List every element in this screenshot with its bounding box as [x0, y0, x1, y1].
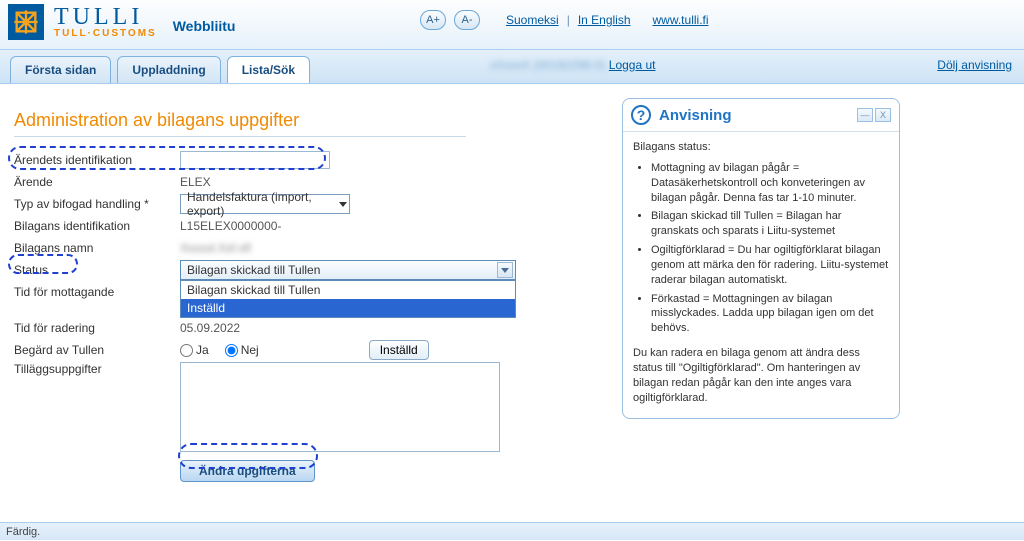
page-title: Administration av bilagans uppgifter: [14, 110, 299, 131]
status-option-cancelled[interactable]: Inställd: [181, 299, 515, 317]
extra-info-textarea[interactable]: [180, 362, 500, 452]
main-tabs: Första sidan Uppladdning Lista/Sök: [10, 56, 310, 83]
logo-icon: [8, 4, 44, 40]
label-attachment-id: Bilagans identifikation: [14, 219, 180, 233]
help-icon: ?: [631, 105, 651, 125]
instruction-title: Anvisning: [659, 107, 849, 124]
label-extra-info: Tilläggsuppgifter: [14, 362, 180, 376]
brand: TULLI TULL·CUSTOMS Webbliitu: [8, 4, 235, 40]
attachment-form: Ärendets identifikation Ärende ELEX Typ …: [14, 150, 594, 484]
logo-text: TULLI TULL·CUSTOMS: [54, 5, 157, 39]
brand-name: TULLI: [54, 5, 157, 29]
status-selected: Bilagan skickad till Tullen: [187, 263, 320, 277]
cancelled-button[interactable]: Inställd: [369, 340, 429, 360]
doctype-selected: Handelsfaktura (import, export): [187, 190, 339, 218]
lang-english-link[interactable]: In English: [578, 13, 631, 27]
label-attachment-name: Bilagans namn: [14, 241, 180, 255]
requested-yes-label: Ja: [196, 343, 209, 357]
label-doctype: Typ av bifogad handling *: [14, 197, 180, 211]
title-divider: [14, 136, 466, 137]
label-case: Ärende: [14, 175, 180, 189]
main-area: Administration av bilagans uppgifter Äre…: [0, 84, 1024, 520]
user-name: xXxxxX: [490, 58, 530, 72]
value-delete-time: 05.09.2022: [180, 321, 350, 335]
user-id: (00192298-0): [533, 58, 605, 72]
requested-no-label: Nej: [241, 343, 259, 357]
lang-suomeksi-link[interactable]: Suomeksi: [506, 13, 559, 27]
minimize-icon[interactable]: —: [857, 108, 873, 122]
status-option-sent[interactable]: Bilagan skickad till Tullen: [181, 281, 515, 299]
status-bar: Färdig.: [0, 522, 1024, 540]
label-requested: Begärd av Tullen: [14, 343, 180, 357]
status-select[interactable]: Bilagan skickad till Tullen: [180, 260, 516, 280]
tab-first-page[interactable]: Första sidan: [10, 56, 111, 83]
brand-subtitle: TULL·CUSTOMS: [54, 29, 157, 39]
tab-list-search[interactable]: Lista/Sök: [227, 56, 310, 83]
userbar: Första sidan Uppladdning Lista/Sök xXxxx…: [0, 50, 1024, 84]
label-case-id: Ärendets identifikation: [14, 153, 180, 167]
tab-upload[interactable]: Uppladdning: [117, 56, 220, 83]
app-name: Webbliitu: [173, 18, 236, 40]
hide-instructions-link[interactable]: Dölj anvisning: [937, 58, 1012, 72]
instruction-subtitle: Bilagans status:: [633, 140, 889, 155]
instruction-bullet: Förkastad = Mottagningen av bilagan miss…: [651, 292, 889, 337]
instruction-panel: ? Anvisning — X Bilagans status: Mottagn…: [622, 98, 900, 419]
value-case: ELEX: [180, 175, 350, 189]
requested-yes-radio[interactable]: [180, 344, 193, 357]
label-status: Status: [14, 263, 180, 277]
close-icon[interactable]: X: [875, 108, 891, 122]
instruction-bullet: Ogiltigförklarad = Du har ogiltigförklar…: [651, 243, 889, 288]
external-site-link[interactable]: www.tulli.fi: [653, 13, 709, 27]
label-delete-time: Tid för radering: [14, 321, 180, 335]
case-id-input[interactable]: [180, 151, 330, 169]
font-decrease-button[interactable]: A-: [454, 10, 480, 30]
font-increase-button[interactable]: A+: [420, 10, 446, 30]
header: TULLI TULL·CUSTOMS Webbliitu A+ A- Suome…: [0, 0, 1024, 50]
chevron-down-icon: [497, 262, 513, 278]
instruction-body: Bilagans status: Mottagning av bilagan p…: [623, 132, 899, 418]
instruction-bullet: Mottagning av bilagan pågår = Datasäkerh…: [651, 161, 889, 206]
status-dropdown-list: Bilagan skickad till Tullen Inställd: [180, 280, 516, 318]
requested-no-radio[interactable]: [225, 344, 238, 357]
doctype-select[interactable]: Handelsfaktura (import, export): [180, 194, 350, 214]
chevron-down-icon: [339, 202, 347, 207]
instruction-paragraph: Du kan radera en bilaga genom att ändra …: [633, 346, 889, 405]
logout-link[interactable]: Logga ut: [609, 58, 656, 72]
user-info: xXxxxX (00192298-0) Logga ut: [490, 58, 655, 72]
value-attachment-id: L15ELEX0000000-: [180, 219, 350, 233]
instruction-header: ? Anvisning — X: [623, 99, 899, 132]
instruction-bullet: Bilagan skickad till Tullen = Bilagan ha…: [651, 209, 889, 239]
save-changes-button[interactable]: Ändra upgifterna: [180, 460, 315, 482]
value-attachment-name: Xxxxxl.Xxf.xfl: [180, 241, 350, 255]
label-receive-time: Tid för mottagande: [14, 285, 180, 299]
